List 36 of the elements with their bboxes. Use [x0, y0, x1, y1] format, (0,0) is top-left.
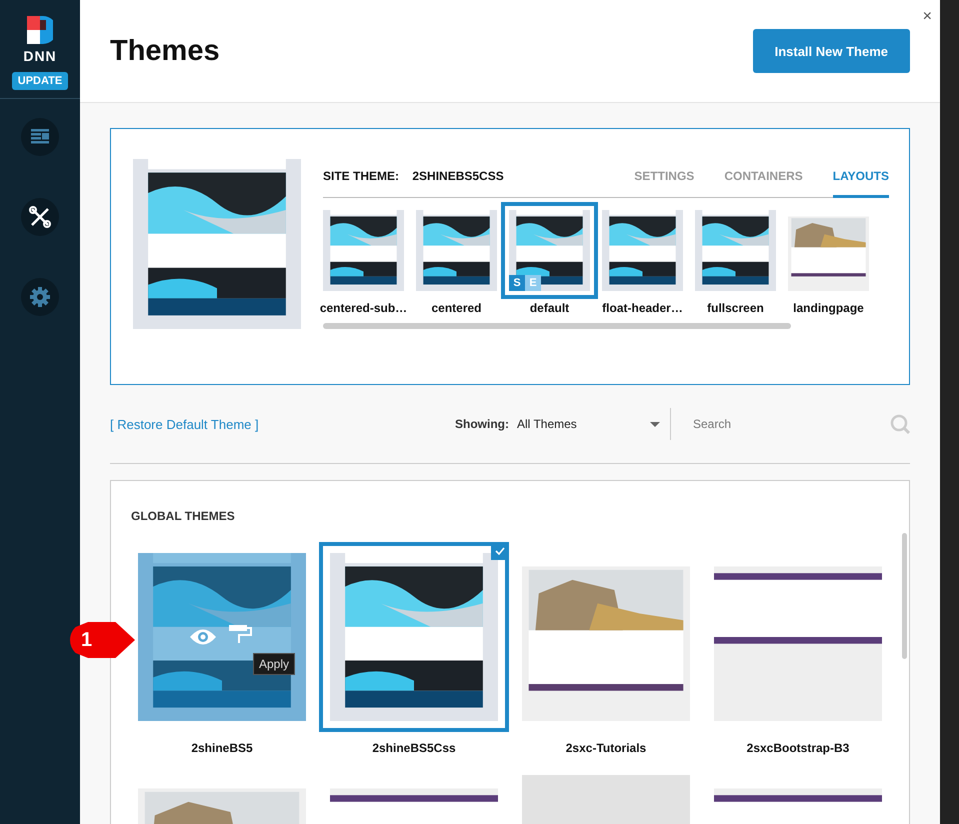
section-title: GLOBAL THEMES: [131, 509, 236, 523]
layout-badge: S: [509, 275, 525, 291]
logo-text: DNN: [23, 48, 57, 64]
layout-name: centered-sub…: [320, 301, 408, 315]
settings-icon: [29, 286, 51, 308]
selected-theme-frame[interactable]: [319, 542, 509, 732]
logo-icon: [27, 16, 53, 44]
caret-icon: [650, 422, 660, 426]
install-theme-button[interactable]: Install New Theme: [752, 29, 910, 73]
layout-name: fullscreen: [707, 301, 764, 315]
tab[interactable]: LAYOUTS: [832, 169, 889, 198]
theme-name: 2sxcBootstrap-B3: [746, 740, 850, 757]
search-icon: [890, 414, 910, 434]
layout-name: float-header…: [602, 301, 683, 315]
theme-name: 2shineBS5: [191, 740, 253, 757]
theme-name: 2sxc-Tutorials: [566, 740, 646, 757]
close-button[interactable]: ×: [920, 6, 934, 28]
theme-name: 2shineBS5Css: [372, 740, 456, 757]
update-button[interactable]: UPDATE: [12, 72, 68, 90]
layout-badge: E: [525, 275, 541, 291]
site-theme-label: SITE THEME: 2SHINEBS5CSS: [323, 169, 504, 185]
tab[interactable]: SETTINGS: [634, 169, 694, 198]
tab[interactable]: CONTAINERS: [724, 169, 803, 198]
restore-default-link[interactable]: [ Restore Default Theme ]: [110, 416, 259, 432]
showing-label: Showing:: [455, 417, 509, 431]
eye-icon[interactable]: [189, 628, 217, 646]
layout-name: landingpage: [793, 301, 864, 315]
selected-layout-frame[interactable]: S E: [501, 202, 598, 299]
search-field[interactable]: Search: [691, 416, 890, 432]
tools-icon: [29, 206, 51, 228]
layout-name: default: [530, 301, 570, 315]
theme-filter-dropdown[interactable]: All Themes: [517, 417, 670, 431]
layout-name: centered: [431, 301, 482, 315]
tooltip: Apply: [253, 653, 296, 675]
nav-button[interactable]: [21, 198, 59, 236]
page-title: Themes: [110, 34, 220, 68]
